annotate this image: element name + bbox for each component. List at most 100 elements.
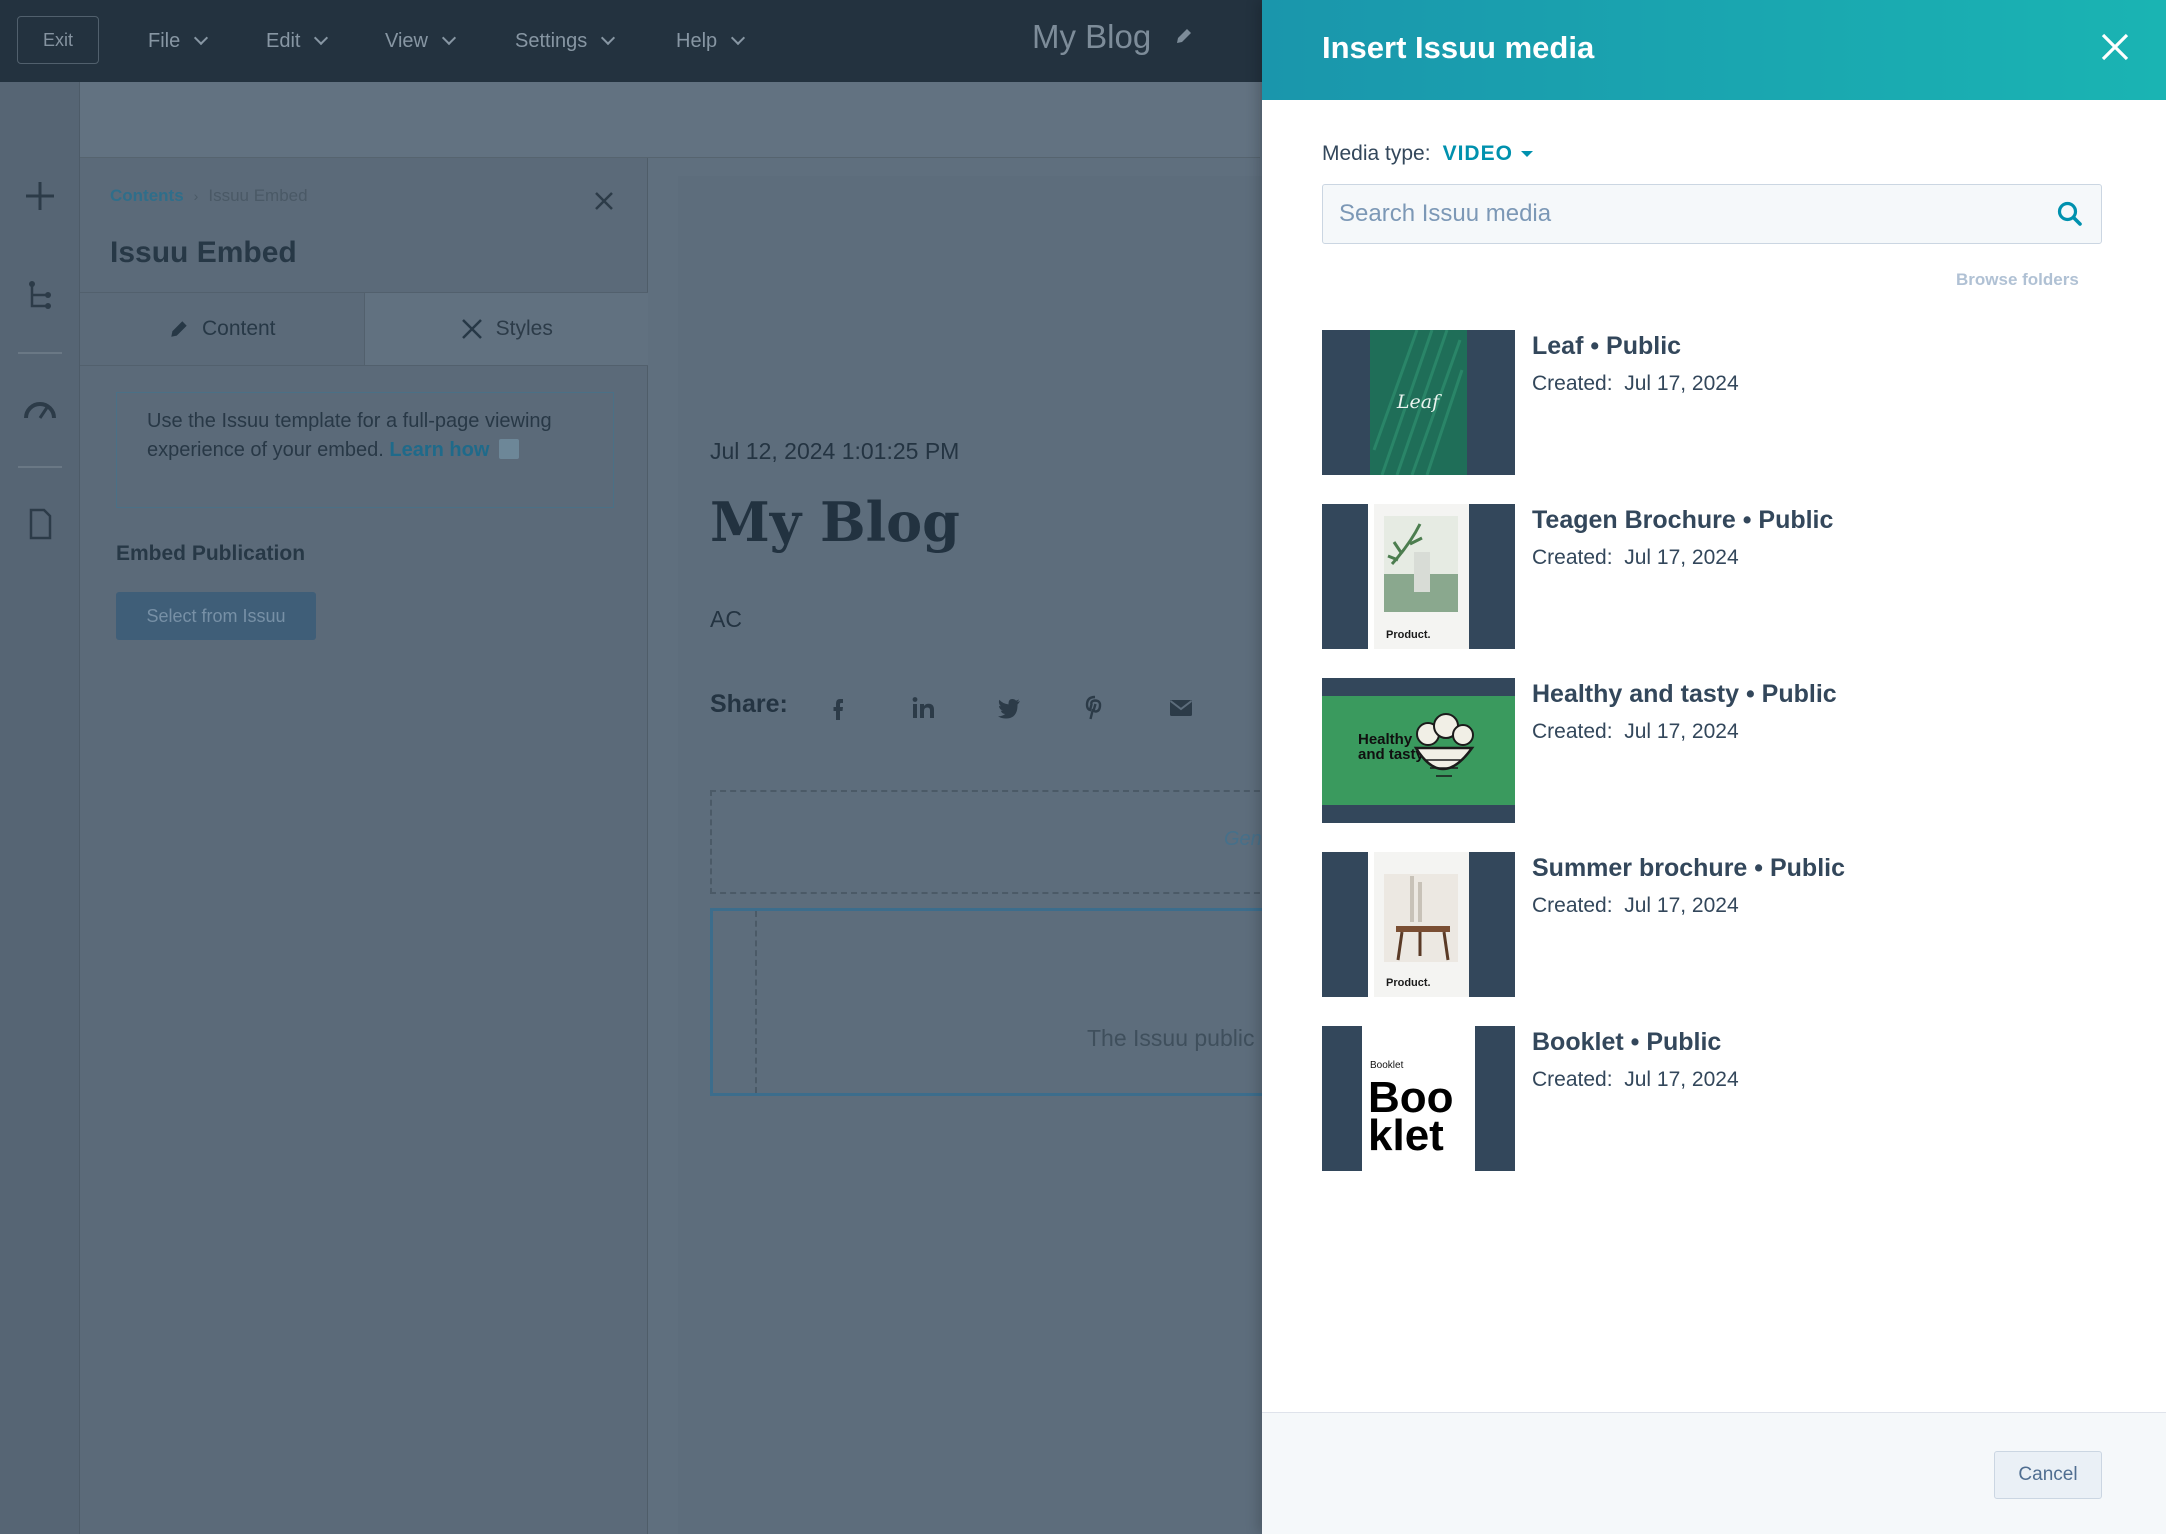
embed-publication-label: Embed Publication	[116, 542, 306, 565]
chevron-down-icon	[731, 30, 746, 46]
issuu-embed-module[interactable]	[710, 908, 1270, 1096]
media-created: Created: Jul 17, 2024	[1532, 720, 1739, 744]
menu-help-label: Help	[676, 29, 718, 52]
media-item-booklet[interactable]: Booklet Boo klet Booklet • Public Create…	[1322, 1026, 2122, 1200]
post-date: Jul 12, 2024 1:01:25 PM	[710, 438, 960, 464]
toolbar-strip	[80, 82, 1260, 158]
modal-title: Insert Issuu media	[1322, 30, 1595, 65]
gauge-icon[interactable]	[22, 392, 58, 428]
created-date: Jul 17, 2024	[1624, 372, 1739, 395]
leaf-cover: Leaf	[1322, 330, 1515, 475]
browse-folders-link[interactable]: Browse folders	[1956, 270, 2079, 290]
media-item-teagen-brochure[interactable]: Product. Teagen Brochure • Public Create…	[1322, 504, 2122, 678]
search-input[interactable]	[1339, 200, 2055, 228]
tab-styles-label: Styles	[495, 317, 553, 340]
breadcrumb-current: Issuu Embed	[208, 186, 308, 205]
healthy-cover: Healthy and tasty	[1322, 678, 1515, 823]
twitter-icon[interactable]	[995, 694, 1023, 722]
breadcrumb-separator: ›	[193, 188, 199, 204]
exit-button[interactable]: Exit	[17, 16, 99, 64]
pencil-icon[interactable]	[1174, 26, 1194, 46]
media-item-healthy-and-tasty[interactable]: Healthy and tasty Healthy and tasty • Pu…	[1322, 678, 2122, 852]
created-label: Created:	[1532, 720, 1613, 743]
created-date: Jul 17, 2024	[1624, 894, 1739, 917]
search-field[interactable]	[1322, 184, 2102, 244]
tab-styles[interactable]: Styles	[364, 293, 648, 365]
search-icon[interactable]	[2055, 199, 2085, 229]
embed-inner-border	[755, 911, 757, 1093]
page-title[interactable]: My Blog	[1032, 18, 1151, 56]
media-type-value: VIDEO	[1442, 142, 1513, 165]
close-icon[interactable]	[2098, 30, 2132, 64]
media-thumbnail: Leaf	[1322, 330, 1515, 475]
media-created: Created: Jul 17, 2024	[1532, 1068, 1739, 1092]
embed-placeholder-text: The Issuu public	[1087, 1025, 1255, 1051]
pencil-icon	[171, 321, 187, 337]
media-name: Teagen Brochure • Public	[1532, 506, 1834, 534]
module-panel: Contents › Issuu Embed Issuu Embed Conte…	[80, 158, 648, 1534]
select-from-issuu-button[interactable]: Select from Issuu	[116, 592, 316, 640]
tree-icon[interactable]	[22, 278, 58, 314]
close-icon[interactable]	[593, 190, 615, 212]
modal-header: Insert Issuu media	[1262, 0, 2166, 100]
placeholder-text: Gen	[1224, 828, 1262, 850]
menu-view-label: View	[385, 29, 428, 52]
menu-help[interactable]: Help	[676, 0, 746, 82]
rail-divider	[18, 352, 62, 354]
media-item-leaf[interactable]: Leaf Leaf • Public Created: Jul 17, 2024	[1322, 330, 2122, 504]
thumb-healthy-line2: and tasty	[1358, 746, 1425, 763]
share-label: Share:	[710, 690, 788, 718]
media-name: Leaf • Public	[1532, 332, 1682, 360]
breadcrumb: Contents › Issuu Embed	[110, 186, 308, 206]
chevron-down-icon	[194, 30, 209, 46]
created-label: Created:	[1532, 1068, 1613, 1091]
menu-view[interactable]: View	[385, 0, 457, 82]
media-item-summer-brochure[interactable]: Product. Summer brochure • Public Create…	[1322, 852, 2122, 1026]
created-label: Created:	[1532, 372, 1613, 395]
modal-footer: Cancel	[1262, 1412, 2166, 1534]
panel-title: Issuu Embed	[110, 236, 297, 269]
panel-tabs: Content Styles	[80, 292, 648, 366]
post-title: My Blog	[710, 490, 960, 554]
teagen-cover: Product.	[1322, 504, 1515, 649]
menu-file[interactable]: File	[148, 0, 209, 82]
menu-settings[interactable]: Settings	[515, 0, 616, 82]
info-text: Use the Issuu template for a full-page v…	[147, 410, 552, 461]
created-label: Created:	[1532, 894, 1613, 917]
facebook-icon[interactable]	[824, 694, 852, 722]
media-name: Booklet • Public	[1532, 1028, 1722, 1056]
media-created: Created: Jul 17, 2024	[1532, 372, 1739, 396]
learn-how-link[interactable]: Learn how	[389, 439, 489, 461]
menu-edit[interactable]: Edit	[266, 0, 329, 82]
add-icon[interactable]	[22, 178, 58, 214]
media-list: Leaf Leaf • Public Created: Jul 17, 2024	[1322, 330, 2122, 1200]
menu-settings-label: Settings	[515, 29, 588, 52]
tab-content-label: Content	[201, 317, 276, 340]
rail-divider	[18, 466, 62, 468]
insert-issuu-media-modal: Insert Issuu media Media type: VIDEO Bro…	[1262, 0, 2166, 1534]
linkedin-icon[interactable]	[910, 694, 938, 722]
thumb-leaf-text: Leaf	[1396, 391, 1442, 413]
created-date: Jul 17, 2024	[1624, 1068, 1739, 1091]
chevron-down-icon	[601, 30, 616, 46]
media-thumbnail: Product.	[1322, 504, 1515, 649]
created-label: Created:	[1532, 546, 1613, 569]
page-icon[interactable]	[22, 506, 58, 542]
media-type-dropdown[interactable]: VIDEO	[1443, 142, 1533, 166]
booklet-cover: Booklet Boo klet	[1322, 1026, 1515, 1171]
post-author: AC	[710, 606, 742, 632]
media-name: Summer brochure • Public	[1532, 854, 1845, 882]
menu-file-label: File	[148, 29, 181, 52]
cancel-button[interactable]: Cancel	[1994, 1451, 2102, 1499]
thumb-product-text: Product.	[1386, 629, 1431, 641]
thumb-booklet-small: Booklet	[1370, 1060, 1404, 1071]
external-link-icon	[498, 439, 519, 459]
pinterest-icon[interactable]	[1081, 694, 1109, 722]
tab-content[interactable]: Content	[80, 293, 365, 365]
email-icon[interactable]	[1167, 694, 1195, 722]
breadcrumb-contents[interactable]: Contents	[110, 186, 184, 206]
info-box: Use the Issuu template for a full-page v…	[116, 392, 614, 508]
media-created: Created: Jul 17, 2024	[1532, 546, 1739, 570]
styles-icon	[461, 319, 482, 339]
placeholder-dropzone	[710, 790, 1270, 894]
